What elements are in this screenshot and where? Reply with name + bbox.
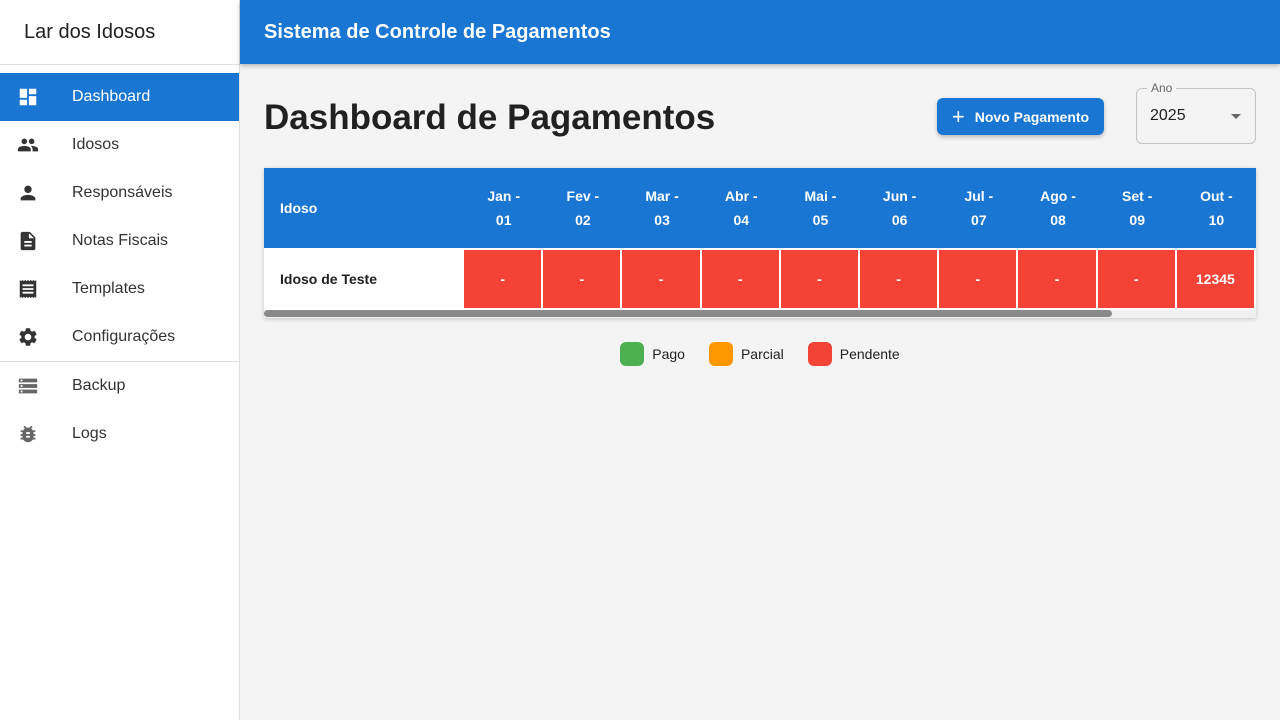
sidebar-item-notas-fiscais[interactable]: Notas Fiscais bbox=[0, 217, 239, 265]
legend-swatch bbox=[620, 342, 645, 366]
sidebar-item-label: Logs bbox=[72, 425, 107, 442]
month-name: Fev - bbox=[566, 188, 600, 204]
sidebar-nav: Dashboard Idosos Responsáveis Notas Fisc… bbox=[0, 65, 239, 458]
month-number: 07 bbox=[971, 212, 987, 228]
sidebar-item-logs[interactable]: Logs bbox=[0, 410, 239, 458]
sidebar-item-configuracoes[interactable]: Configurações bbox=[0, 313, 239, 361]
payment-cell[interactable]: - bbox=[622, 250, 700, 308]
person-icon bbox=[16, 181, 40, 205]
horizontal-scrollbar[interactable] bbox=[264, 310, 1256, 318]
month-number: 01 bbox=[495, 212, 512, 228]
column-header-month: Ago - 08 bbox=[1018, 168, 1097, 248]
column-header-month: Abr - 04 bbox=[702, 168, 781, 248]
page-title: Dashboard de Pagamentos bbox=[264, 98, 716, 137]
payment-cell[interactable]: - bbox=[780, 250, 859, 308]
sidebar-item-idosos[interactable]: Idosos bbox=[0, 121, 239, 169]
column-header-idoso: Idoso bbox=[280, 200, 318, 216]
column-header-month: Mar - 03 bbox=[622, 168, 701, 248]
month-name: Ago - bbox=[1040, 188, 1076, 204]
storage-icon bbox=[16, 374, 40, 398]
sidebar-item-label: Responsáveis bbox=[72, 184, 173, 201]
payment-cell[interactable]: - bbox=[939, 250, 1017, 308]
dropdown-arrow-icon bbox=[1231, 114, 1241, 119]
column-header-month: Jul - 07 bbox=[939, 168, 1018, 248]
column-header-month: Out - 10 bbox=[1177, 168, 1256, 248]
payment-cell[interactable]: - bbox=[1097, 250, 1175, 308]
year-select-value: 2025 bbox=[1150, 107, 1186, 124]
month-name: Abr - bbox=[724, 188, 758, 204]
idoso-name-cell: Idoso de Teste bbox=[280, 271, 377, 287]
legend-item-pago: Pago bbox=[620, 342, 685, 366]
plus-icon: + bbox=[951, 103, 965, 129]
month-name: Mar - bbox=[645, 188, 679, 204]
month-number: 08 bbox=[1050, 212, 1066, 228]
month-number: 06 bbox=[891, 212, 908, 228]
month-name: Jun - bbox=[882, 188, 917, 204]
document-icon bbox=[16, 229, 40, 253]
sidebar-item-label: Configurações bbox=[72, 328, 176, 345]
app-bar: Sistema de Controle de Pagamentos bbox=[240, 0, 1280, 64]
app-title: Sistema de Controle de Pagamentos bbox=[264, 20, 611, 43]
payment-cell[interactable]: - bbox=[860, 250, 938, 308]
payments-table: Idoso Jan - 01 Fev - 02 Mar - 03 Abr - 04 Ma… bbox=[264, 168, 1256, 318]
year-select[interactable]: Ano 2025 bbox=[1136, 81, 1256, 144]
app-brand: Lar dos Idosos bbox=[0, 0, 239, 65]
payment-cell[interactable]: - bbox=[464, 250, 542, 308]
month-number: 09 bbox=[1129, 212, 1145, 228]
table-header: Idoso Jan - 01 Fev - 02 Mar - 03 Abr - 04 Ma… bbox=[264, 168, 1256, 248]
bug-icon bbox=[16, 422, 40, 446]
people-icon bbox=[16, 133, 40, 157]
main-content: Dashboard de Pagamentos + Novo Pagamento… bbox=[264, 64, 1256, 366]
legend-swatch bbox=[807, 342, 832, 366]
month-number: 05 bbox=[812, 212, 829, 228]
sidebar-item-label: Dashboard bbox=[72, 88, 151, 105]
column-header-month: Jan - 01 bbox=[464, 168, 543, 248]
legend-label: Parcial bbox=[740, 346, 784, 362]
legend-label: Pago bbox=[652, 346, 685, 362]
column-header-month: Jun - 06 bbox=[860, 168, 939, 248]
legend-item-parcial: Parcial bbox=[708, 342, 784, 366]
sidebar-item-templates[interactable]: Templates bbox=[0, 265, 239, 313]
sidebar-item-label: Idosos bbox=[72, 136, 120, 153]
payment-cell[interactable]: 12345 bbox=[1176, 250, 1254, 308]
month-name: Set - bbox=[1122, 188, 1153, 204]
year-select-label: Ano bbox=[1147, 81, 1177, 95]
legend-item-pendente: Pendente bbox=[807, 342, 900, 366]
payment-cell[interactable]: - bbox=[1018, 250, 1096, 308]
dashboard-icon bbox=[16, 85, 40, 109]
sidebar-item-backup[interactable]: Backup bbox=[0, 362, 239, 410]
month-number: 03 bbox=[654, 212, 670, 228]
new-payment-button[interactable]: + Novo Pagamento bbox=[937, 98, 1104, 135]
month-number: 10 bbox=[1208, 212, 1225, 228]
receipt-icon bbox=[16, 277, 40, 301]
sidebar-item-label: Notas Fiscais bbox=[72, 232, 169, 249]
legend-label: Pendente bbox=[839, 346, 900, 362]
sidebar: Lar dos Idosos Dashboard Idosos Responsá… bbox=[0, 0, 240, 720]
status-legend: Pago Parcial Pendente bbox=[264, 342, 1256, 366]
legend-swatch bbox=[708, 342, 733, 366]
sidebar-item-label: Backup bbox=[72, 377, 126, 394]
scrollbar-thumb[interactable] bbox=[264, 310, 1112, 317]
column-header-month: Set - 09 bbox=[1098, 168, 1177, 248]
page-header: Dashboard de Pagamentos + Novo Pagamento… bbox=[264, 64, 1256, 168]
column-header-month: Fev - 02 bbox=[543, 168, 622, 248]
month-name: Jul - bbox=[964, 188, 994, 204]
gear-icon bbox=[16, 325, 40, 349]
table-row: Idoso de Teste - - - - - - - - - 12345 bbox=[264, 248, 1256, 310]
sidebar-item-label: Templates bbox=[72, 280, 145, 297]
payment-cell[interactable]: - bbox=[543, 250, 621, 308]
month-number: 02 bbox=[575, 212, 591, 228]
new-payment-button-label: Novo Pagamento bbox=[974, 108, 1090, 125]
payment-cell[interactable]: - bbox=[701, 250, 779, 308]
month-number: 04 bbox=[733, 212, 750, 228]
month-name: Out - bbox=[1200, 188, 1233, 204]
month-name: Jan - bbox=[487, 188, 521, 204]
column-header-month: Mai - 05 bbox=[781, 168, 860, 248]
month-name: Mai - bbox=[804, 188, 837, 204]
sidebar-item-responsaveis[interactable]: Responsáveis bbox=[0, 169, 239, 217]
sidebar-item-dashboard[interactable]: Dashboard bbox=[0, 73, 239, 121]
